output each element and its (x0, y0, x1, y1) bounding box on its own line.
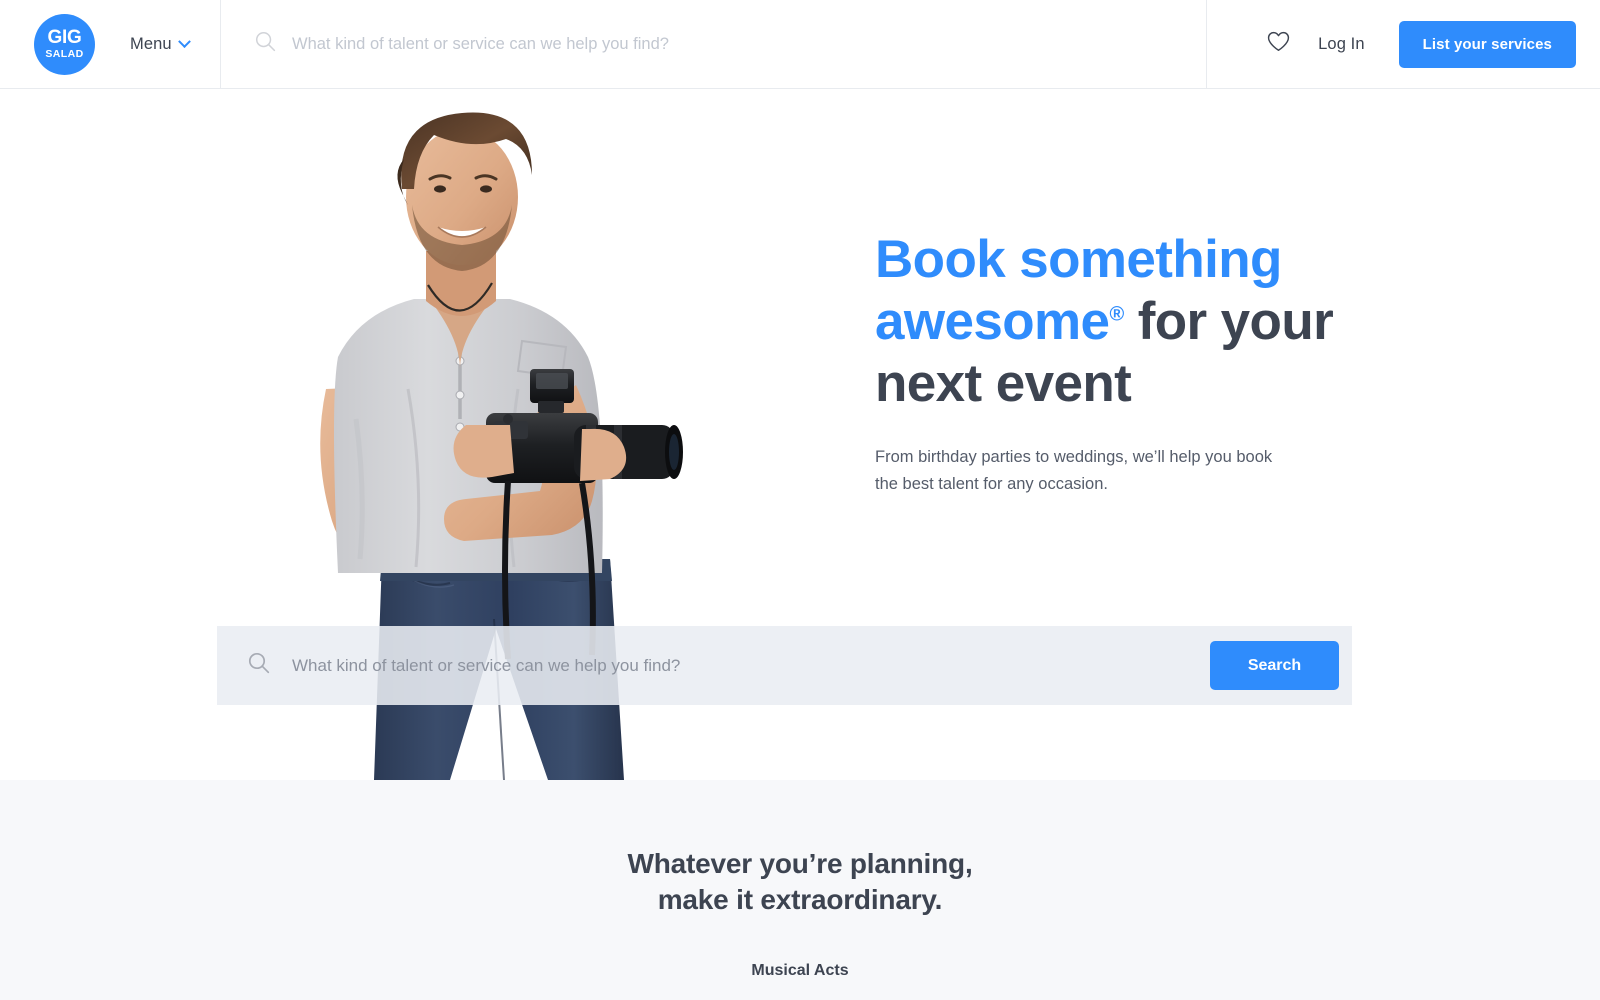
hero-headline-line1: Book something (875, 230, 1282, 289)
hero-headline-line2-rest: for your (1123, 292, 1334, 351)
categories-heading-line1: Whatever you’re planning, (627, 848, 973, 879)
hero-subtitle-line2: the best talent for any occasion. (875, 475, 1108, 493)
header-left-group: GIG SALAD Menu (0, 0, 221, 88)
hero-copy-block: Book something awesome® for your next ev… (875, 229, 1395, 498)
hero-headline: Book something awesome® for your next ev… (875, 229, 1395, 415)
header-search-input[interactable] (292, 34, 1206, 54)
menu-dropdown-button[interactable]: Menu (130, 34, 191, 54)
hero-subtitle-line1: From birthday parties to weddings, we’ll… (875, 448, 1273, 466)
hero-section: Book something awesome® for your next ev… (0, 89, 1600, 780)
heart-icon (1267, 31, 1290, 57)
login-link[interactable]: Log In (1318, 35, 1364, 54)
site-header: GIG SALAD Menu What kind of talent or se… (0, 0, 1600, 89)
category-item-musical-acts[interactable]: Musical Acts (0, 962, 1600, 980)
search-icon (255, 31, 276, 57)
hero-headline-line2-accent: awesome (875, 292, 1110, 351)
favorites-button[interactable] (1256, 22, 1300, 66)
hero-search-input[interactable] (292, 655, 1210, 676)
menu-label: Menu (130, 34, 172, 53)
categories-heading: Whatever you’re planning, make it extrao… (0, 846, 1600, 918)
page-root: GIG SALAD Menu What kind of talent or se… (0, 0, 1600, 1000)
hero-headline-line3: next event (875, 354, 1132, 413)
header-search-group[interactable] (221, 0, 1207, 88)
categories-section: Whatever you’re planning, make it extrao… (0, 780, 1600, 1000)
hero-search-bar[interactable]: Search (217, 626, 1352, 705)
search-icon (248, 652, 270, 679)
chevron-down-icon (177, 34, 191, 48)
hero-subtitle: From birthday parties to weddings, we’ll… (875, 444, 1275, 498)
logo-text-gig: GIG (47, 26, 82, 48)
gigsalad-logo[interactable]: GIG SALAD (34, 13, 95, 75)
logo-text-salad: SALAD (45, 47, 84, 60)
hero-search-button[interactable]: Search (1210, 641, 1339, 690)
header-right-group: Log In List your services (1207, 0, 1600, 88)
categories-heading-line2: make it extraordinary. (657, 884, 943, 915)
registered-trademark-symbol: ® (1109, 303, 1124, 326)
list-your-services-button[interactable]: List your services (1398, 20, 1576, 68)
